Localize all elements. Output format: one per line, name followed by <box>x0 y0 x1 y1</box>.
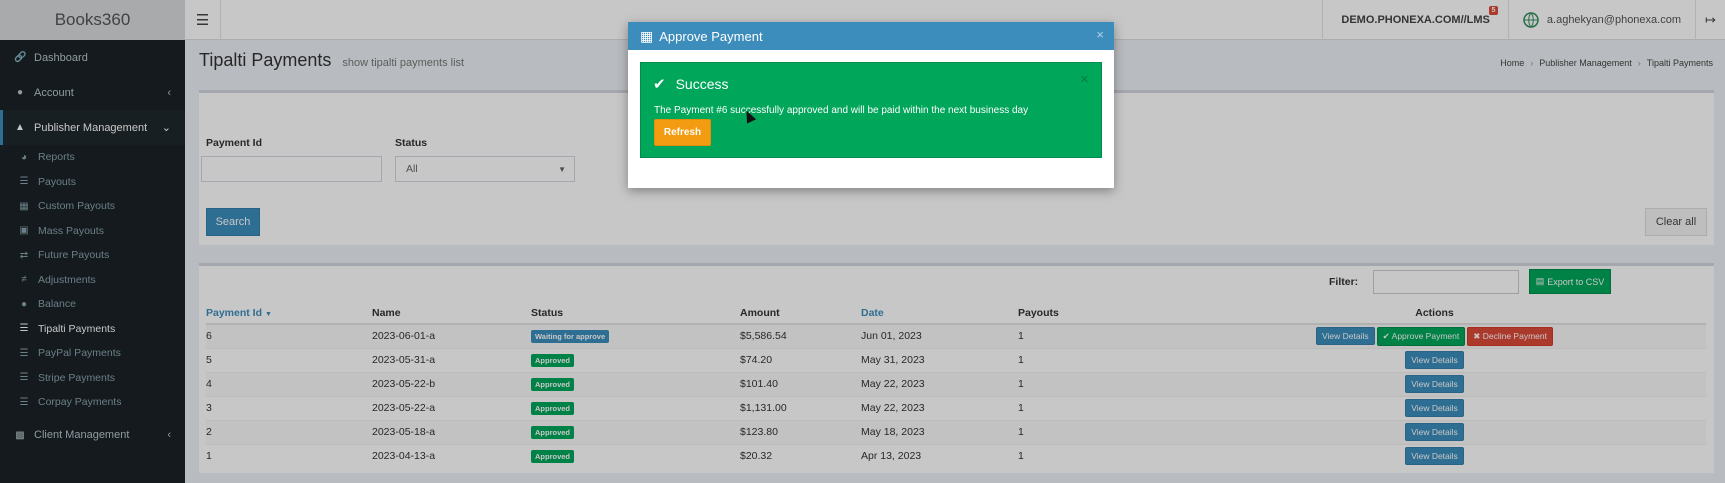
alert-title: ✔ Success <box>653 75 729 93</box>
check-icon: ✔ <box>653 76 666 93</box>
approve-payment-modal: ▦ Approve Payment × ✔ Success ✕ The Paym… <box>628 22 1114 188</box>
alert-message: The Payment #6 successfully approved and… <box>654 105 1029 116</box>
success-alert: ✔ Success ✕ The Payment #6 successfully … <box>640 62 1102 158</box>
close-icon[interactable]: × <box>1096 27 1104 42</box>
alert-close-icon[interactable]: ✕ <box>1080 73 1089 86</box>
modal-header: ▦ Approve Payment × <box>628 22 1114 50</box>
modal-title: Approve Payment <box>659 28 763 44</box>
refresh-button[interactable]: Refresh <box>654 119 711 146</box>
alert-title-text: Success <box>675 76 729 92</box>
table-icon: ▦ <box>640 27 654 44</box>
